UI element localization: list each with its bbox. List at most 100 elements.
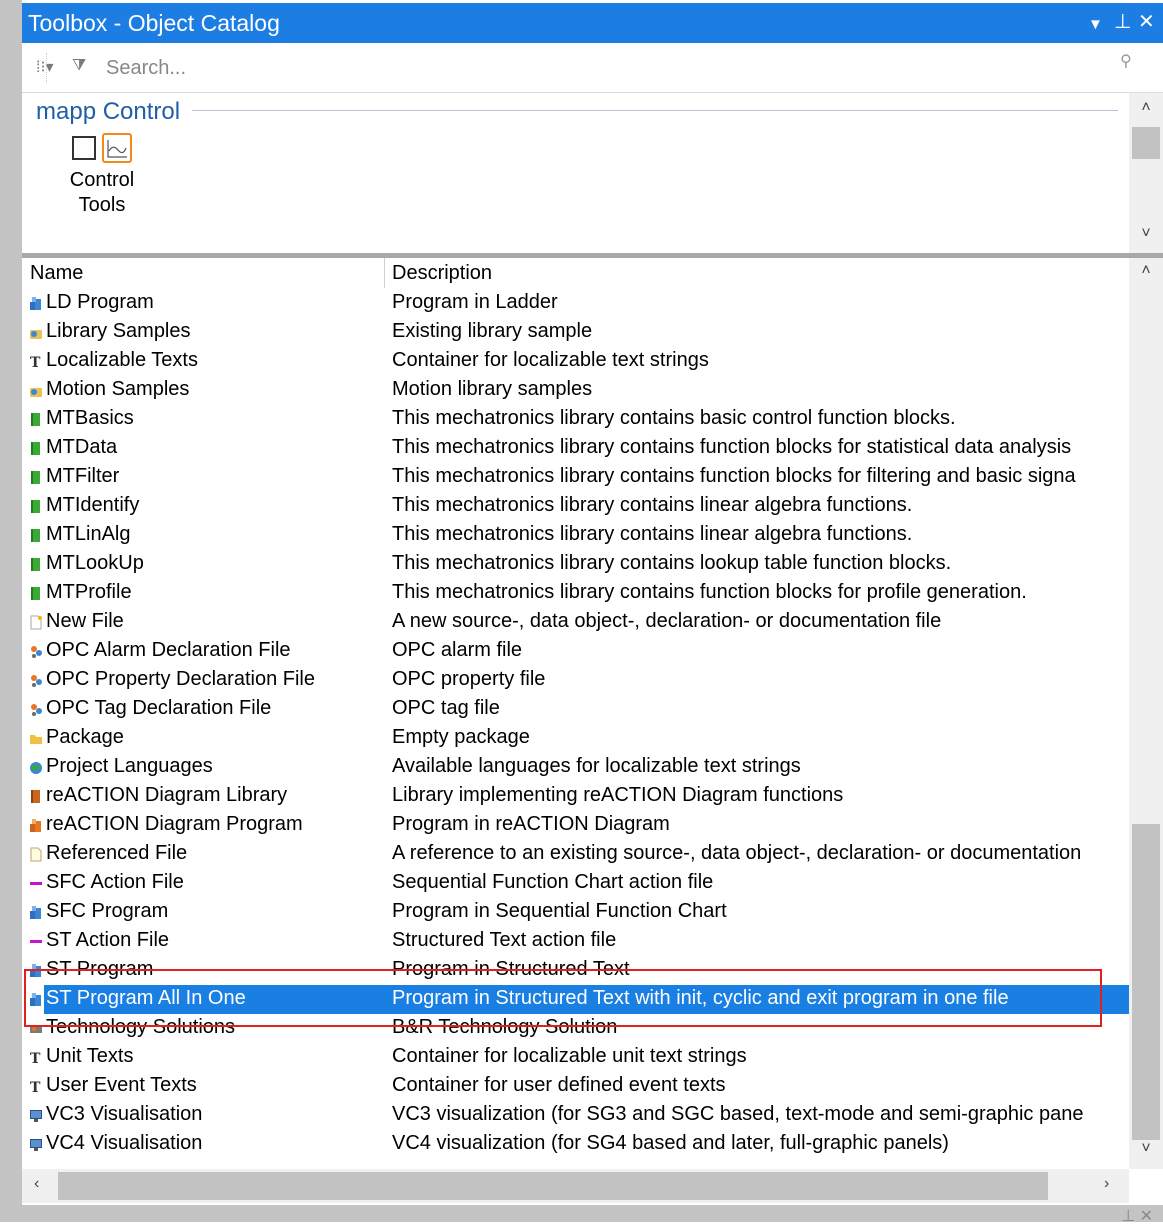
table-row[interactable]: MTLinAlg This mechatronics library contai… (22, 521, 1129, 550)
table-row[interactable]: Library Samples Existing library sample (22, 318, 1129, 347)
library-icon (29, 584, 43, 600)
row-name: Referenced File (46, 842, 188, 864)
scroll-down-icon[interactable]: ˅ (1129, 225, 1163, 243)
horizontal-scrollbar[interactable]: ‹ › (22, 1169, 1129, 1203)
table-row[interactable]: Package Empty package (22, 724, 1129, 753)
left-window-edge (0, 0, 22, 1222)
row-description: Structured Text action file (392, 929, 617, 951)
filter-icon[interactable]: ⧩ (72, 57, 86, 75)
table-row[interactable]: OPC Tag Declaration File OPC tag file (22, 695, 1129, 724)
monitor-icon (29, 1106, 43, 1122)
row-name: Localizable Texts (46, 349, 198, 371)
pin-icon[interactable]: ⊥ (1114, 10, 1131, 34)
row-description: Library implementing reACTION Diagram fu… (392, 784, 844, 806)
row-description: Available languages for localizable text… (392, 755, 801, 777)
close-icon[interactable]: ✕ (1138, 10, 1155, 34)
table-row[interactable]: ST Program All In One Program in Structur… (30, 985, 1129, 1014)
row-name: Project Languages (46, 755, 213, 777)
svg-text:T: T (30, 1051, 41, 1065)
row-name: Motion Samples (46, 378, 190, 400)
table-row[interactable]: MTProfile This mechatronics library conta… (22, 579, 1129, 608)
column-divider[interactable] (384, 258, 385, 288)
table-row[interactable]: Project Languages Available languages for… (22, 753, 1129, 782)
catalog-scrollbar[interactable]: ˄ ˅ (1129, 93, 1163, 253)
opc-icon (29, 671, 43, 687)
table-row[interactable]: Referenced File A reference to an existin… (22, 840, 1129, 869)
control-icon[interactable] (72, 136, 96, 160)
table-row[interactable]: MTIdentify This mechatronics library cont… (22, 492, 1129, 521)
globe-icon (29, 758, 43, 774)
list-scroll-thumb[interactable] (1132, 824, 1160, 1140)
table-row[interactable]: MTLookUp This mechatronics library contai… (22, 550, 1129, 579)
catalog-scroll-thumb[interactable] (1132, 127, 1160, 159)
row-name: VC3 Visualisation (46, 1103, 203, 1125)
action-file-icon (29, 874, 43, 889)
row-description: VC4 visualization (for SG4 based and lat… (392, 1132, 949, 1154)
window-title: Toolbox - Object Catalog (28, 10, 280, 36)
table-row[interactable]: reACTION Diagram Program Program in reACT… (22, 811, 1129, 840)
search-input[interactable] (104, 51, 1108, 85)
row-name: OPC Property Declaration File (46, 668, 315, 690)
program-icon (29, 990, 43, 1006)
row-description: Program in Ladder (392, 291, 558, 313)
table-row[interactable]: MTBasics This mechatronics library contai… (22, 405, 1129, 434)
table-row[interactable]: Technology Solutions B&R Technology Solut… (22, 1014, 1129, 1043)
toolbar-separator (46, 53, 47, 83)
row-description: Existing library sample (392, 320, 593, 342)
row-name: SFC Action File (46, 871, 184, 893)
row-description: Program in Structured Text with init, cy… (392, 987, 1009, 1009)
library-icon (29, 555, 43, 571)
control-tools-label[interactable]: Control Tools (52, 168, 152, 218)
table-row[interactable]: ST Program Program in Structured Text (22, 956, 1129, 985)
row-description: Container for localizable text strings (392, 349, 709, 371)
horizontal-scroll-thumb[interactable] (58, 1172, 1048, 1200)
scroll-down-icon[interactable]: ˅ (1129, 1140, 1163, 1158)
table-row[interactable]: reACTION Diagram Library Library implemen… (22, 782, 1129, 811)
row-name: MTFilter (46, 465, 120, 487)
list-scrollbar[interactable]: ˄ ˅ (1129, 258, 1163, 1169)
table-row[interactable]: T Localizable Texts Container for localiza… (22, 347, 1129, 376)
dropdown-icon[interactable]: ▼ (1088, 13, 1103, 37)
row-description: Empty package (392, 726, 530, 748)
table-row[interactable]: OPC Alarm Declaration File OPC alarm file (22, 637, 1129, 666)
table-row[interactable]: MTData This mechatronics library contains… (22, 434, 1129, 463)
table-row[interactable]: VC3 Visualisation VC3 visualization (for … (22, 1101, 1129, 1130)
program-icon (29, 961, 43, 977)
scroll-left-icon[interactable]: ‹ (34, 1175, 39, 1193)
ghost-window-controls: ⊥ ✕ (1121, 1208, 1153, 1225)
technology-icon (29, 1019, 43, 1034)
scroll-up-icon[interactable]: ˄ (1129, 99, 1163, 117)
control-tools-icon[interactable] (102, 133, 132, 163)
row-name: ST Action File (46, 929, 170, 951)
new-file-icon (29, 613, 43, 630)
bottom-window-edge: ⊥ ✕ (0, 1205, 1163, 1225)
table-row[interactable]: ST Action File Structured Text action fil… (22, 927, 1129, 956)
table-row[interactable]: T Unit Texts Container for localizable uni… (22, 1043, 1129, 1072)
scroll-up-icon[interactable]: ˄ (1129, 262, 1163, 280)
sample-icon (29, 323, 43, 339)
view-options-icon[interactable]: ⁞⁝▾ (36, 57, 54, 77)
table-row[interactable]: New File A new source-, data object-, dec… (22, 608, 1129, 637)
monitor-icon (29, 1135, 43, 1151)
row-description: Program in reACTION Diagram (392, 813, 670, 835)
table-row[interactable]: Motion Samples Motion library samples (22, 376, 1129, 405)
row-description: A reference to an existing source-, data… (392, 842, 1082, 864)
table-row[interactable]: VC4 Visualisation VC4 visualization (for … (22, 1130, 1129, 1159)
table-row[interactable]: T User Event Texts Container for user defi… (22, 1072, 1129, 1101)
text-icon: T (29, 1077, 43, 1096)
search-icon[interactable]: ⚲ (1120, 51, 1132, 71)
row-description: B&R Technology Solution (392, 1016, 618, 1038)
column-header-description[interactable]: Description (392, 262, 492, 285)
column-header-name[interactable]: Name (30, 262, 83, 285)
row-description: This mechatronics library contains linea… (392, 523, 913, 545)
row-description: Program in Sequential Function Chart (392, 900, 727, 922)
table-row[interactable]: SFC Action File Sequential Function Chart… (22, 869, 1129, 898)
table-row[interactable]: MTFilter This mechatronics library contai… (22, 463, 1129, 492)
table-row[interactable]: SFC Program Program in Sequential Functio… (22, 898, 1129, 927)
row-description: VC3 visualization (for SG3 and SGC based… (392, 1103, 1084, 1125)
table-row[interactable]: OPC Property Declaration File OPC propert… (22, 666, 1129, 695)
sample-icon (29, 381, 43, 397)
table-row[interactable]: LD Program Program in Ladder (22, 289, 1129, 318)
row-description: Motion library samples (392, 378, 593, 400)
scroll-right-icon[interactable]: › (1104, 1175, 1109, 1193)
